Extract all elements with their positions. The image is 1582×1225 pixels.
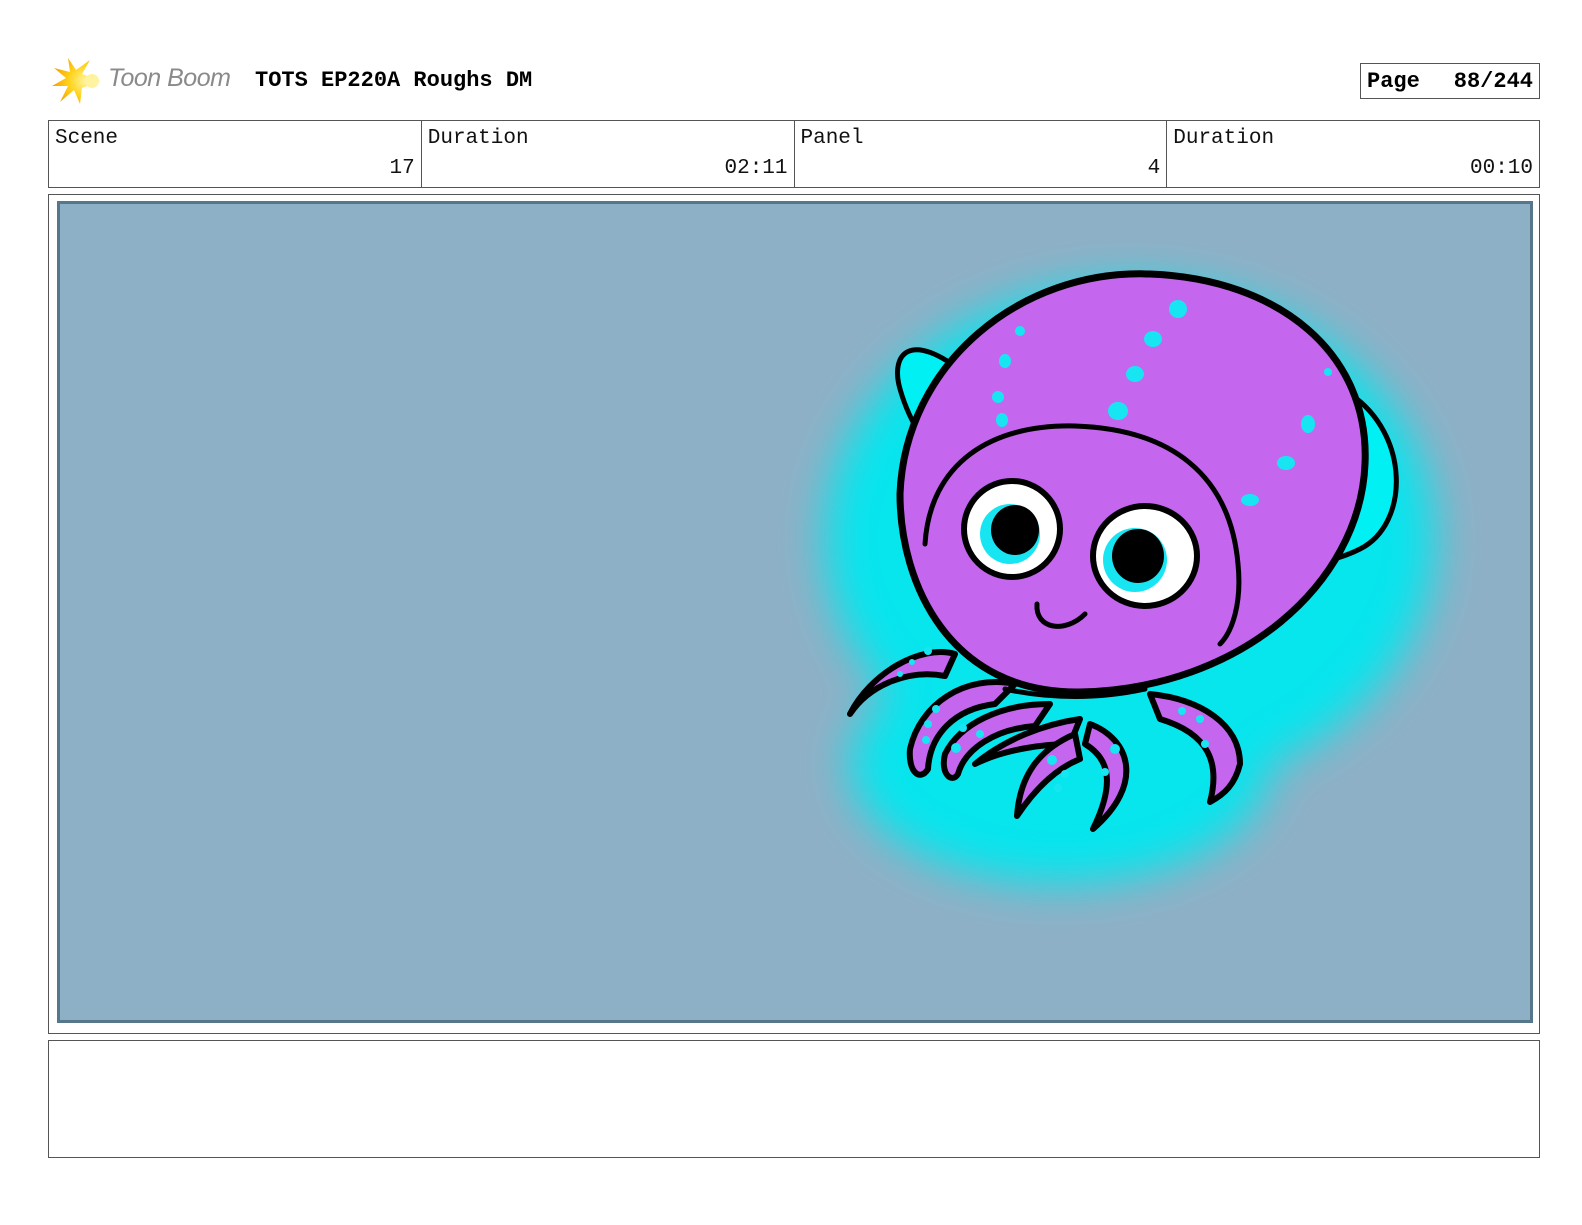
scene-duration-value: 02:11 bbox=[724, 157, 788, 180]
page-indicator: Page 88/244 bbox=[1360, 63, 1540, 99]
octopus-illustration bbox=[825, 270, 1435, 884]
toon-boom-logo: Toon Boom bbox=[52, 56, 242, 106]
scene-value: 17 bbox=[389, 157, 415, 180]
panel-duration-value: 00:10 bbox=[1469, 157, 1533, 180]
scene-duration-cell: Duration 02:11 bbox=[422, 121, 795, 187]
panel-value: 4 bbox=[1147, 157, 1161, 180]
panel-info-row: Scene 17 Duration 02:11 Panel 4 Duration… bbox=[48, 120, 1540, 188]
panel-image bbox=[57, 201, 1533, 1023]
panel-label: Panel bbox=[800, 127, 864, 150]
logo-text: Toon Boom bbox=[108, 64, 231, 92]
scene-label: Scene bbox=[55, 127, 119, 150]
panel-frame bbox=[48, 194, 1540, 1034]
page-label: Page bbox=[1367, 68, 1420, 94]
document-title: TOTS EP220A Roughs DM bbox=[255, 68, 533, 93]
page-number: 88/244 bbox=[1453, 68, 1533, 94]
panel-duration-cell: Duration 00:10 bbox=[1167, 121, 1539, 187]
panel-duration-label: Duration bbox=[1173, 127, 1275, 150]
panel-notes bbox=[48, 1040, 1540, 1158]
panel-cell: Panel 4 bbox=[795, 121, 1168, 187]
storyboard-header: Toon Boom TOTS EP220A Roughs DM Page 88/… bbox=[48, 56, 1540, 106]
left-eye bbox=[961, 478, 1063, 580]
right-eye bbox=[1090, 503, 1200, 609]
toon-boom-star-icon bbox=[52, 58, 100, 104]
scene-duration-label: Duration bbox=[427, 127, 529, 150]
scene-cell: Scene 17 bbox=[49, 121, 422, 187]
